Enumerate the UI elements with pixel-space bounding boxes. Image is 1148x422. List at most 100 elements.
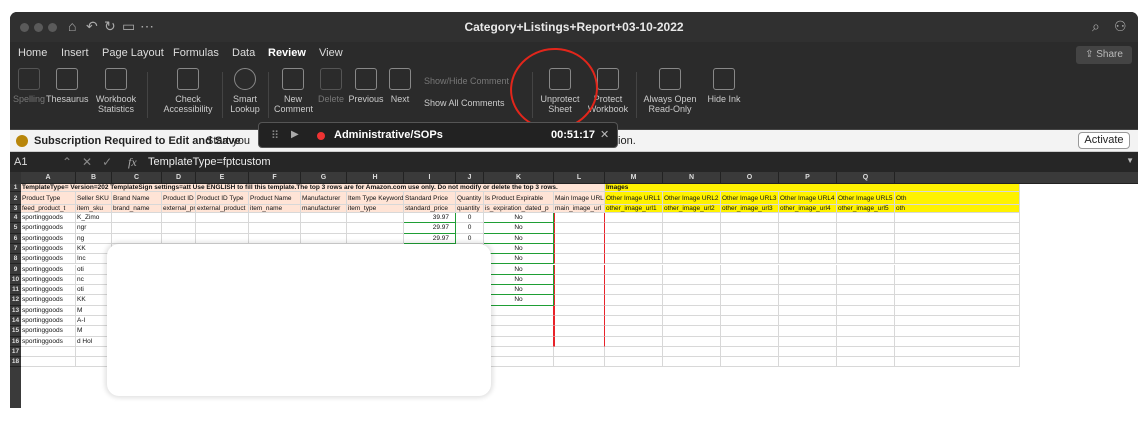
share-person-icon[interactable]: ⚇ <box>1114 18 1127 34</box>
field-key-cell[interactable]: external_pro <box>162 205 196 213</box>
is-expirable-cell[interactable]: No <box>484 274 554 286</box>
row-header-12[interactable]: 12 <box>10 295 21 306</box>
hide-ink-button[interactable]: Hide Ink <box>706 68 742 104</box>
cell[interactable] <box>837 254 895 265</box>
column-header-q[interactable]: Q <box>837 172 895 184</box>
workbook-statistics-button[interactable]: Workbook Statistics <box>90 68 142 114</box>
cell[interactable] <box>605 264 663 275</box>
template-info-cell[interactable]: TemplateType= Version=202 TemplateSign s… <box>21 184 605 192</box>
main-image-url-cell[interactable] <box>554 336 605 347</box>
column-title-cell[interactable]: Quantity <box>456 192 484 205</box>
cell[interactable] <box>779 336 837 347</box>
cell[interactable] <box>605 254 663 265</box>
check-accessibility-button[interactable]: Check Accessibility <box>160 68 216 114</box>
cell[interactable] <box>162 233 196 244</box>
cell[interactable] <box>605 295 663 306</box>
row-header-10[interactable]: 10 <box>10 275 21 286</box>
column-title-cell[interactable]: Other Image URL3 <box>721 192 779 205</box>
cell[interactable] <box>484 357 554 368</box>
standard-price-cell[interactable]: 29.97 <box>404 223 456 234</box>
cell[interactable] <box>895 336 1020 347</box>
cell[interactable] <box>895 243 1020 255</box>
cell[interactable] <box>605 326 663 337</box>
cell[interactable] <box>162 223 196 234</box>
cell[interactable] <box>347 223 404 234</box>
cell[interactable] <box>112 213 162 224</box>
new-comment-button[interactable]: New Comment <box>274 68 313 114</box>
cell[interactable] <box>112 233 162 244</box>
row-header-16[interactable]: 16 <box>10 337 21 347</box>
product-type-cell[interactable]: sportinggoods <box>21 295 76 306</box>
is-expirable-cell[interactable]: No <box>484 233 554 244</box>
cell[interactable] <box>779 233 837 244</box>
next-comment-button[interactable]: Next <box>386 68 414 104</box>
is-expirable-cell[interactable] <box>484 305 554 316</box>
column-header-g[interactable]: G <box>301 172 347 184</box>
cell[interactable] <box>721 316 779 327</box>
cell[interactable] <box>347 213 404 224</box>
row-header-13[interactable]: 13 <box>10 306 21 316</box>
field-key-cell[interactable]: other_image_url5 <box>837 205 895 213</box>
cell[interactable] <box>21 357 76 368</box>
cell[interactable] <box>837 223 895 234</box>
main-image-url-cell[interactable] <box>554 316 605 327</box>
tab-review[interactable]: Review <box>268 47 306 59</box>
cell[interactable] <box>21 346 76 358</box>
cell[interactable] <box>605 243 663 255</box>
tab-home[interactable]: Home <box>18 47 47 59</box>
cell[interactable] <box>162 213 196 224</box>
is-expirable-cell[interactable] <box>484 336 554 347</box>
images-group-cell[interactable]: Images <box>605 184 1020 192</box>
cell[interactable] <box>605 213 663 224</box>
cell[interactable] <box>779 274 837 286</box>
cell[interactable] <box>779 223 837 234</box>
cell[interactable] <box>837 285 895 296</box>
field-key-cell[interactable]: external_product <box>196 205 249 213</box>
cell[interactable] <box>301 213 347 224</box>
cell[interactable] <box>249 233 301 244</box>
cell[interactable] <box>837 213 895 224</box>
field-key-cell[interactable]: other_image_url2 <box>663 205 721 213</box>
cell[interactable] <box>837 233 895 244</box>
column-header-b[interactable]: B <box>76 172 112 184</box>
cell[interactable] <box>779 254 837 265</box>
main-image-url-cell[interactable] <box>554 223 605 234</box>
seller-sku-cell[interactable]: ngr <box>76 223 112 234</box>
cell[interactable] <box>663 254 721 265</box>
cell[interactable] <box>721 326 779 337</box>
field-key-cell[interactable]: is_expiration_dated_p <box>484 205 554 213</box>
column-header-e[interactable]: E <box>196 172 249 184</box>
main-image-url-cell[interactable] <box>554 274 605 286</box>
row-header-2[interactable]: 2 <box>10 192 21 205</box>
cell[interactable] <box>663 305 721 316</box>
column-title-cell[interactable]: Other Image URL4 <box>779 192 837 205</box>
product-type-cell[interactable]: sportinggoods <box>21 274 76 286</box>
row-header-8[interactable]: 8 <box>10 254 21 265</box>
cell[interactable] <box>605 336 663 347</box>
cell[interactable] <box>721 233 779 244</box>
cell[interactable] <box>249 213 301 224</box>
field-key-cell[interactable]: other_image_url1 <box>605 205 663 213</box>
seller-sku-cell[interactable]: K_Zimo <box>76 213 112 224</box>
tab-formulas[interactable]: Formulas <box>173 47 219 59</box>
cell[interactable] <box>895 305 1020 316</box>
cell[interactable] <box>837 264 895 275</box>
cell[interactable] <box>663 316 721 327</box>
cell[interactable] <box>663 295 721 306</box>
column-header-o[interactable]: O <box>721 172 779 184</box>
name-box[interactable]: A1 <box>14 156 27 168</box>
field-key-cell[interactable]: main_image_url <box>554 205 605 213</box>
cell[interactable] <box>112 223 162 234</box>
cell[interactable] <box>605 233 663 244</box>
column-header-m[interactable]: M <box>605 172 663 184</box>
cell[interactable] <box>779 264 837 275</box>
show-all-comments-button[interactable]: Show All Comments <box>424 98 524 108</box>
cell[interactable] <box>721 336 779 347</box>
cell[interactable] <box>663 233 721 244</box>
tab-page-layout[interactable]: Page Layout <box>102 47 164 59</box>
product-type-cell[interactable]: sportinggoods <box>21 305 76 316</box>
main-image-url-cell[interactable] <box>554 295 605 306</box>
product-type-cell[interactable]: sportinggoods <box>21 223 76 234</box>
cell[interactable] <box>895 254 1020 265</box>
row-header-7[interactable]: 7 <box>10 244 21 255</box>
